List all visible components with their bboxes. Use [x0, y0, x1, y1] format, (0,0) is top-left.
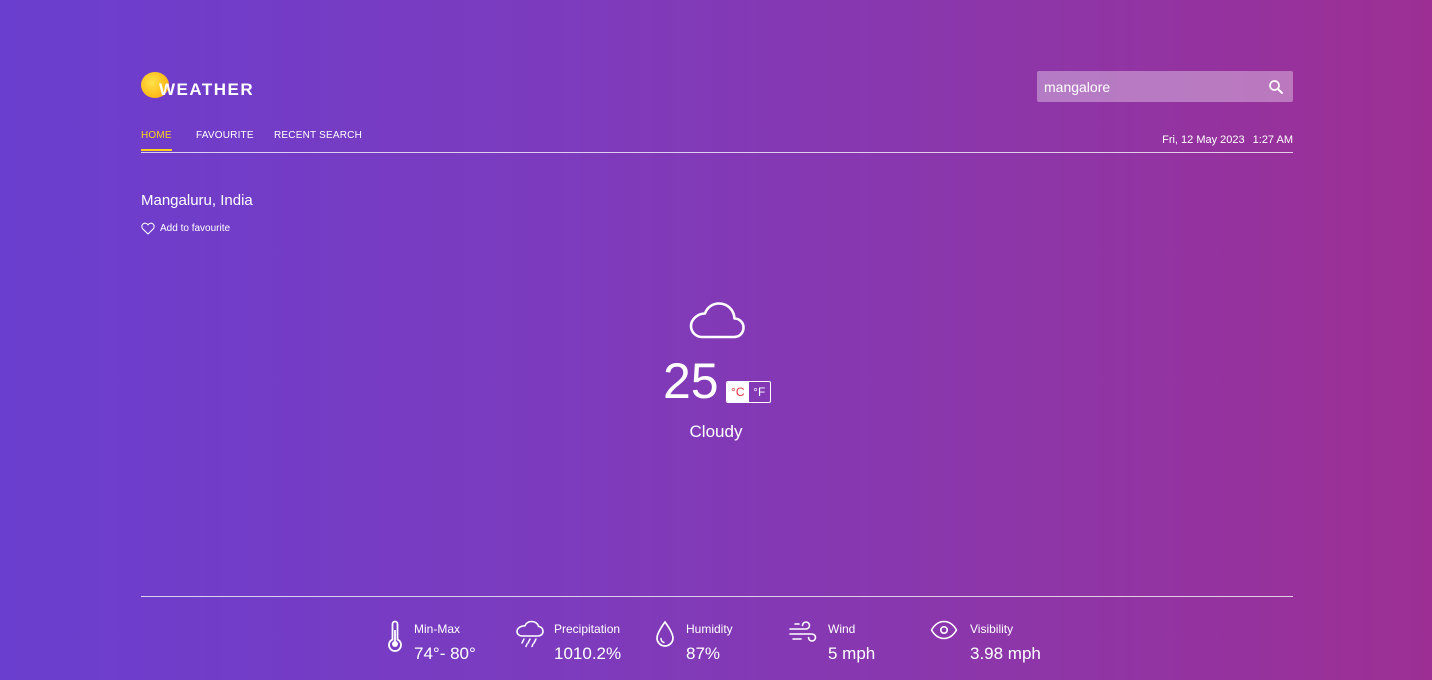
thermometer-icon: [388, 620, 402, 652]
add-favourite-button[interactable]: Add to favourite: [141, 222, 230, 235]
stat-label: Precipitation: [554, 622, 621, 636]
tab-home[interactable]: HOME: [141, 130, 172, 151]
logo-text: WEATHER: [159, 80, 255, 99]
stat-label: Wind: [828, 622, 856, 636]
date-time: Fri, 12 May 2023 1:27 AM: [1100, 134, 1293, 146]
stat-value: 5 mph: [828, 644, 876, 663]
eye-icon: [930, 620, 958, 640]
temperature-value: 25: [663, 353, 719, 409]
location-title: Mangaluru, India: [141, 192, 253, 209]
stat-label: Min-Max: [414, 622, 461, 636]
add-favourite-label: Add to favourite: [160, 223, 231, 234]
stats-divider: [141, 596, 1293, 597]
search-icon[interactable]: [1267, 78, 1285, 96]
search-box: [1037, 71, 1293, 102]
header-divider: [141, 152, 1293, 153]
unit-fahrenheit-button[interactable]: °F: [749, 382, 771, 402]
tab-favourite[interactable]: FAVOURITE: [196, 130, 254, 149]
rain-cloud-icon: [516, 620, 544, 648]
weather-app: { "logo": { "text": "WEATHER" }, "search…: [0, 0, 1432, 680]
stat-value: 1010.2%: [554, 644, 622, 663]
time-text: 1:27 AM: [1252, 134, 1293, 146]
wind-icon: [789, 621, 817, 642]
droplet-icon: [656, 620, 674, 647]
stat-label: Humidity: [686, 622, 733, 636]
heart-icon: [141, 222, 155, 235]
stat-label: Visibility: [970, 622, 1014, 636]
unit-celsius-button[interactable]: °C: [727, 382, 749, 402]
unit-toggle: °C °F: [726, 381, 771, 403]
stat-value: 3.98 mph: [970, 644, 1041, 663]
tab-recent-search[interactable]: RECENT SEARCH: [274, 130, 362, 149]
weather-condition: Cloudy: [689, 422, 743, 441]
stat-value: 74°- 80°: [414, 644, 476, 663]
stat-value: 87%: [686, 644, 721, 663]
search-input[interactable]: [1044, 77, 1254, 97]
date-text: Fri, 12 May 2023: [1162, 134, 1245, 146]
cloud-icon: [689, 302, 745, 339]
